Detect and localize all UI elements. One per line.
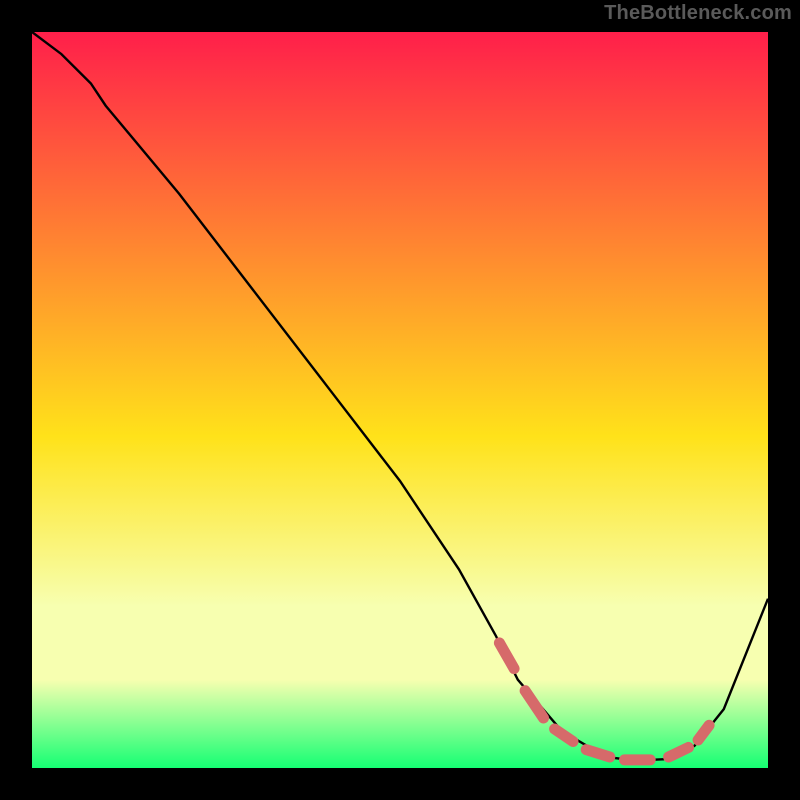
chart-svg: [32, 32, 768, 768]
dash-segment: [586, 750, 610, 757]
gradient-background: [32, 32, 768, 768]
chart-frame: TheBottleneck.com: [0, 0, 800, 800]
watermark-text: TheBottleneck.com: [604, 2, 792, 25]
plot-area: [32, 32, 768, 768]
